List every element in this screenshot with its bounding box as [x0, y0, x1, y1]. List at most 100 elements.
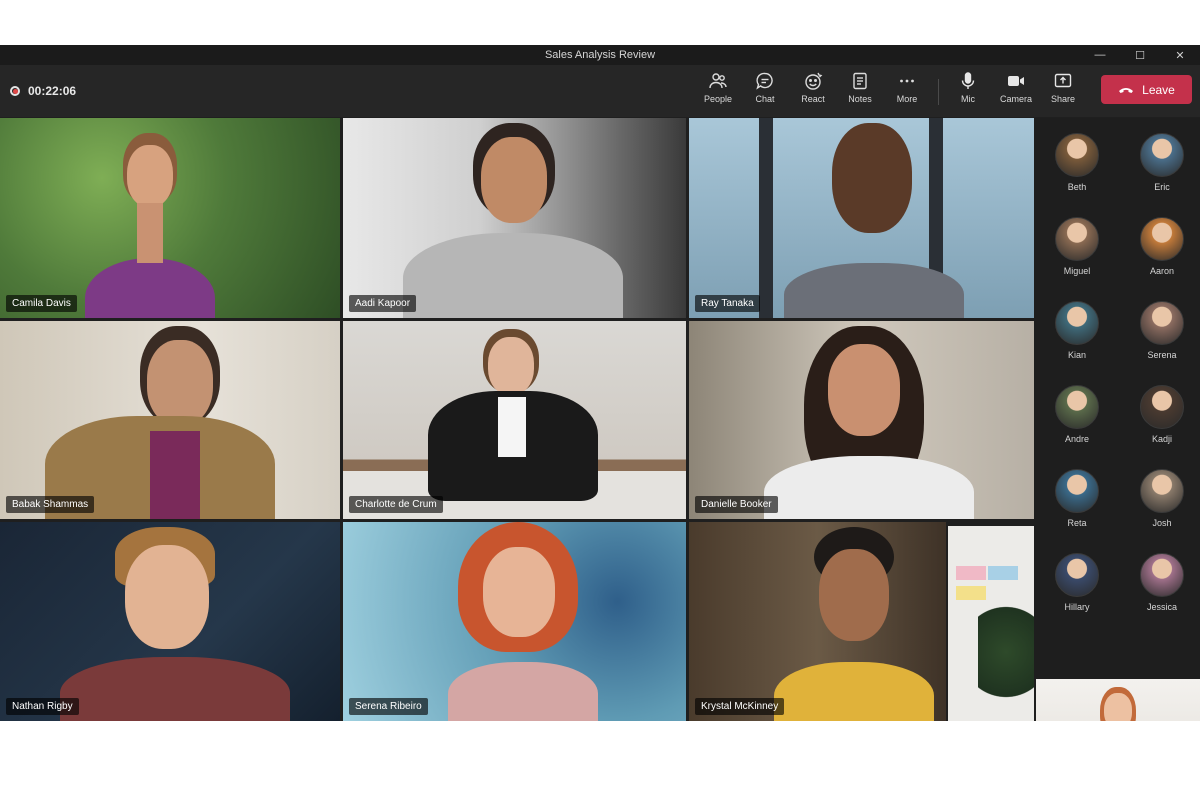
camera-button[interactable]: Camera: [993, 71, 1039, 111]
participant-name: Aadi Kapoor: [349, 295, 417, 312]
whiteboard-tile: [948, 526, 1034, 721]
more-button[interactable]: More: [884, 71, 930, 111]
attendee-avatar: [1140, 301, 1184, 345]
attendee[interactable]: Miguel: [1042, 217, 1112, 276]
attendee-name: Reta: [1067, 518, 1087, 528]
avatar-figure: [784, 123, 964, 318]
person-figure: [45, 326, 275, 519]
recording-timer: 00:22:06: [10, 65, 76, 117]
video-tile[interactable]: Charlotte de Crum: [343, 321, 686, 519]
participant-name: Danielle Booker: [695, 496, 778, 513]
video-tile[interactable]: Krystal McKinney: [689, 522, 946, 721]
attendee-name: Josh: [1152, 518, 1172, 528]
video-grid: Camila Davis Aadi Kapoor Ray Tanaka Baba…: [0, 118, 1034, 721]
chat-icon: [756, 72, 773, 90]
person-figure: [60, 527, 290, 721]
timer-text: 00:22:06: [28, 84, 77, 98]
attendee[interactable]: Eric: [1127, 133, 1197, 192]
chat-button[interactable]: Chat: [742, 71, 788, 111]
attendee[interactable]: Beth: [1042, 133, 1112, 192]
attendee-name: Aaron: [1149, 266, 1175, 276]
attendee-avatar: [1055, 301, 1099, 345]
participant-name: Krystal McKinney: [695, 698, 785, 715]
more-label: More: [896, 94, 918, 104]
person-figure: [428, 329, 598, 509]
attendee[interactable]: Kian: [1042, 301, 1112, 360]
attendee[interactable]: Serena: [1127, 301, 1197, 360]
share-button[interactable]: Share: [1040, 71, 1086, 111]
attendee-avatar: [1055, 469, 1099, 513]
attendee[interactable]: Reta: [1042, 469, 1112, 528]
person-figure: [764, 326, 974, 519]
attendee[interactable]: Jessica: [1127, 553, 1197, 612]
share-label: Share: [1050, 94, 1076, 104]
attendee-name: Hillary: [1064, 602, 1090, 612]
attendee-avatar: [1140, 217, 1184, 261]
participant-name: Serena Ribeiro: [349, 698, 428, 715]
share-icon: [1054, 73, 1072, 88]
participant-name: Babak Shammas: [6, 496, 95, 513]
window-controls: — ☐ ✕: [1080, 45, 1200, 65]
camera-icon: [1008, 76, 1024, 86]
camera-label: Camera: [999, 94, 1032, 104]
attendee-avatar: [1140, 133, 1184, 177]
attendee-avatar: [1055, 217, 1099, 261]
mic-button[interactable]: Mic: [945, 71, 991, 111]
participant-name: Charlotte de Crum: [349, 496, 443, 513]
video-tile[interactable]: Camila Davis: [0, 118, 340, 318]
person-figure: [403, 123, 623, 318]
title-bar: Sales Analysis Review — ☐ ✕: [0, 45, 1200, 65]
react-icon: [805, 72, 823, 90]
people-label: People: [703, 94, 733, 104]
attendee[interactable]: Hillary: [1042, 553, 1112, 612]
notes-icon: [853, 72, 867, 90]
mic-icon: [961, 72, 975, 89]
window-title: Sales Analysis Review: [544, 49, 656, 61]
self-view[interactable]: [1036, 679, 1200, 721]
minimize-button[interactable]: —: [1080, 45, 1120, 65]
attendee-name: Serena: [1147, 350, 1177, 360]
video-tile[interactable]: Ray Tanaka: [689, 118, 1034, 318]
people-button[interactable]: People: [695, 71, 741, 111]
participant-name: Camila Davis: [6, 295, 77, 312]
notes-button[interactable]: Notes: [837, 71, 883, 111]
attendee[interactable]: Andre: [1042, 385, 1112, 444]
participant-name: Nathan Rigby: [6, 698, 79, 715]
chat-label: Chat: [755, 94, 775, 104]
maximize-button[interactable]: ☐: [1120, 45, 1160, 65]
close-button[interactable]: ✕: [1160, 45, 1200, 65]
attendee[interactable]: Josh: [1127, 469, 1197, 528]
avatar-figure: [85, 133, 215, 318]
people-icon: [709, 73, 727, 89]
attendee[interactable]: Aaron: [1127, 217, 1197, 276]
hang-up-icon: [1119, 87, 1134, 93]
recording-icon: [10, 86, 20, 96]
react-button[interactable]: React: [790, 71, 836, 111]
attendee-avatar: [1055, 553, 1099, 597]
attendee-name: Jessica: [1146, 602, 1177, 612]
attendee-avatar: [1055, 385, 1099, 429]
attendee-name: Kian: [1067, 350, 1086, 360]
react-label: React: [801, 94, 825, 104]
attendee-name: Eric: [1154, 182, 1170, 192]
video-tile[interactable]: Aadi Kapoor: [343, 118, 686, 318]
attendee-name: Andre: [1064, 434, 1090, 444]
participant-name: Ray Tanaka: [695, 295, 760, 312]
video-tile[interactable]: Danielle Booker: [689, 321, 1034, 519]
attendee-avatar: [1140, 385, 1184, 429]
attendee-avatar: [1055, 133, 1099, 177]
attendee-avatar: [1140, 553, 1184, 597]
video-tile[interactable]: Nathan Rigby: [0, 522, 340, 721]
notes-label: Notes: [848, 94, 872, 104]
attendee-name: Kadji: [1151, 434, 1172, 444]
video-tile[interactable]: Serena Ribeiro: [343, 522, 686, 721]
toolbar-divider: [938, 79, 939, 105]
attendee[interactable]: Kadji: [1127, 385, 1197, 444]
attendee-name: Beth: [1067, 182, 1087, 192]
leave-label: Leave: [1142, 82, 1175, 97]
avatar-figure: [438, 522, 608, 721]
leave-button[interactable]: Leave: [1101, 75, 1192, 104]
avatar-figure: [774, 527, 934, 721]
video-tile[interactable]: Babak Shammas: [0, 321, 340, 519]
more-icon: [900, 79, 914, 83]
